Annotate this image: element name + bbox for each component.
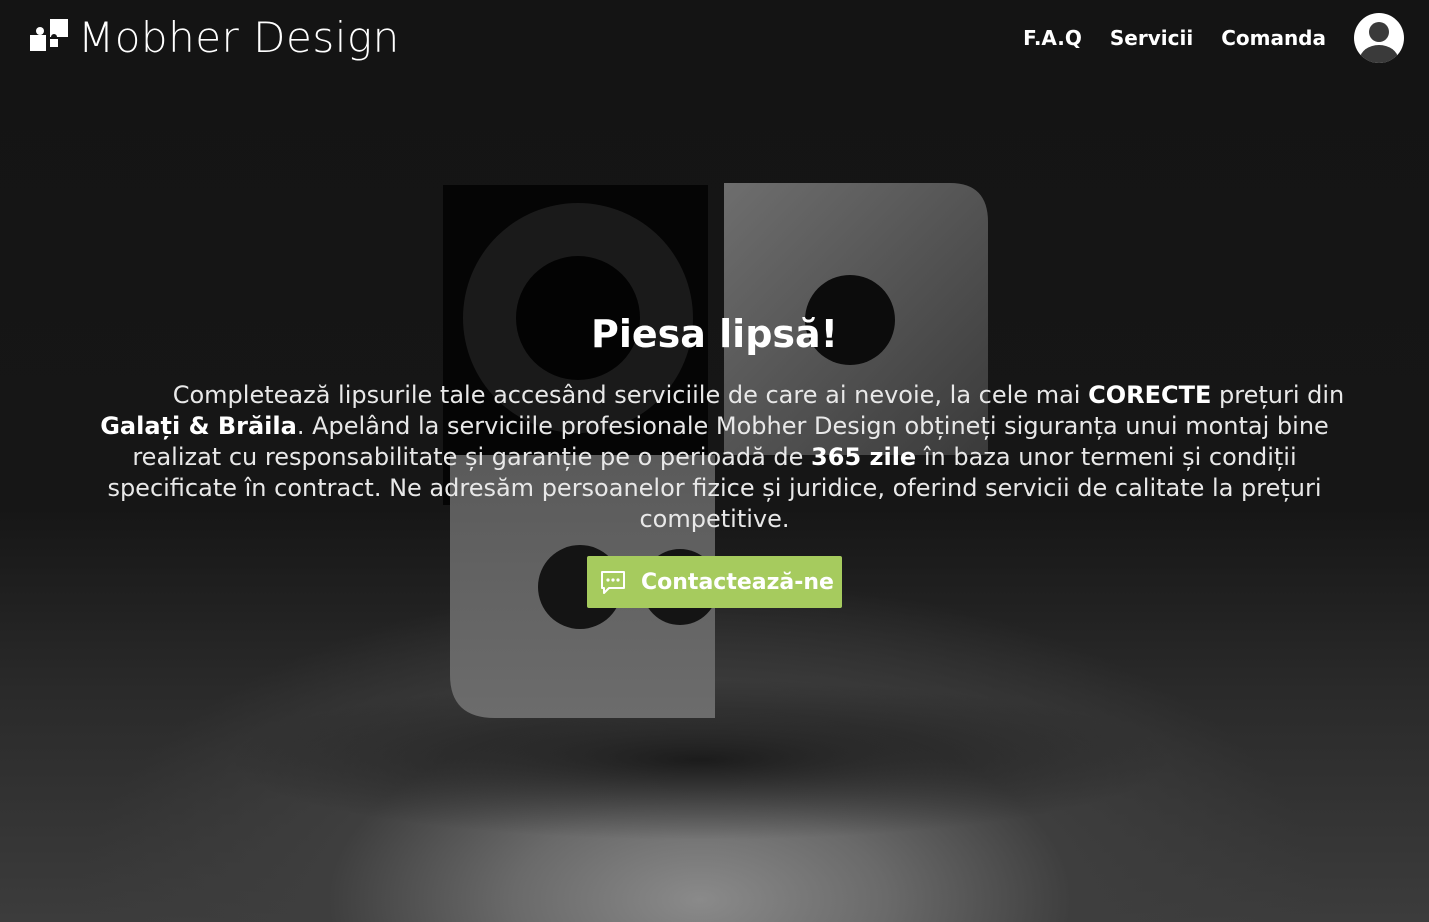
brand-logo[interactable]: Mobher Design [28,10,400,66]
nav-link-comanda[interactable]: Comanda [1221,26,1326,50]
hero-title: Piesa lipsă! [591,312,838,356]
nav-link-servicii[interactable]: Servicii [1110,26,1193,50]
contact-button-label: Contactează-ne [641,569,834,595]
chat-message-icon [601,571,625,594]
hero-text-part: Completează lipsurile tale accesând serv… [172,381,1089,409]
hero-highlight-corecte: CORECTE [1088,381,1212,409]
hero-description: Completează lipsurile tale accesând serv… [68,380,1361,535]
hero-highlight-location: Galați & Brăila [100,412,297,440]
user-avatar-icon [1360,22,1398,63]
page: Mobher Design F.A.Q Servicii Comanda Pie… [0,0,1429,922]
brand-name: Mobher Design [78,13,400,62]
nav-link-faq[interactable]: F.A.Q [1023,26,1082,50]
user-avatar-button[interactable] [1354,13,1404,63]
hero-text-part: prețuri din [1211,381,1345,409]
hero-highlight-warranty: 365 zile [811,443,917,471]
main-nav: F.A.Q Servicii Comanda [1023,26,1326,50]
contact-button[interactable]: Contactează-ne [587,556,842,608]
puzzle-logo-icon [30,19,68,51]
